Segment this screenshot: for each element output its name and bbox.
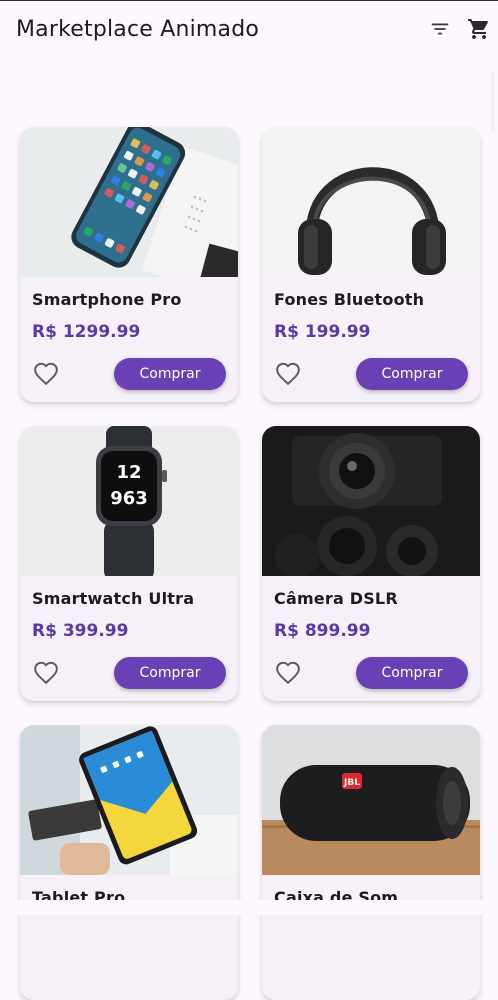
headphones-image bbox=[262, 127, 480, 277]
heart-outline-icon bbox=[34, 362, 58, 386]
product-image bbox=[20, 127, 238, 277]
buy-button[interactable]: Comprar bbox=[356, 358, 468, 390]
product-card[interactable]: Tablet Pro bbox=[20, 725, 238, 1000]
product-card[interactable]: Fones Bluetooth R$ 199.99 Comprar bbox=[262, 127, 480, 402]
smartphone-image bbox=[20, 127, 238, 277]
product-card[interactable]: 12 963 Smartwatch Ultra R$ 399.99 Compra… bbox=[20, 426, 238, 701]
cart-button[interactable] bbox=[466, 16, 492, 42]
scrollbar[interactable] bbox=[491, 72, 495, 132]
product-image: JBL bbox=[262, 725, 480, 875]
buy-button[interactable]: Comprar bbox=[356, 657, 468, 689]
product-name: Smartwatch Ultra bbox=[32, 589, 195, 608]
buy-button[interactable]: Comprar bbox=[114, 358, 226, 390]
filter-list-icon bbox=[431, 23, 449, 35]
product-price: R$ 199.99 bbox=[274, 322, 371, 342]
buy-button[interactable]: Comprar bbox=[114, 657, 226, 689]
product-image bbox=[262, 127, 480, 277]
heart-outline-icon bbox=[276, 362, 300, 386]
favorite-button[interactable] bbox=[33, 361, 59, 387]
bottom-edge bbox=[0, 900, 498, 915]
svg-text:JBL: JBL bbox=[343, 778, 360, 788]
heart-outline-icon bbox=[34, 661, 58, 685]
product-name: Smartphone Pro bbox=[32, 290, 182, 309]
speaker-image: JBL bbox=[262, 725, 480, 875]
product-name: Fones Bluetooth bbox=[274, 290, 425, 309]
smartwatch-image: 12 963 bbox=[20, 426, 238, 576]
product-price: R$ 899.99 bbox=[274, 621, 371, 641]
product-price: R$ 399.99 bbox=[32, 621, 129, 641]
heart-outline-icon bbox=[276, 661, 300, 685]
favorite-button[interactable] bbox=[33, 660, 59, 686]
svg-text:963: 963 bbox=[110, 488, 148, 509]
page-title: Marketplace Animado bbox=[16, 17, 260, 42]
product-card[interactable]: Smartphone Pro R$ 1299.99 Comprar bbox=[20, 127, 238, 402]
tablet-image bbox=[20, 725, 238, 875]
product-image bbox=[262, 426, 480, 576]
favorite-button[interactable] bbox=[275, 660, 301, 686]
app-bar: Marketplace Animado bbox=[0, 0, 498, 58]
product-card[interactable]: JBL Caixa de Som bbox=[262, 725, 480, 1000]
product-image bbox=[20, 725, 238, 875]
camera-image bbox=[262, 426, 480, 576]
filter-button[interactable] bbox=[427, 16, 453, 42]
favorite-button[interactable] bbox=[275, 361, 301, 387]
svg-text:12: 12 bbox=[116, 462, 141, 483]
shopping-cart-icon bbox=[468, 19, 488, 39]
product-name: Câmera DSLR bbox=[274, 589, 398, 608]
product-image: 12 963 bbox=[20, 426, 238, 576]
product-card[interactable]: Câmera DSLR R$ 899.99 Comprar bbox=[262, 426, 480, 701]
product-price: R$ 1299.99 bbox=[32, 322, 141, 342]
